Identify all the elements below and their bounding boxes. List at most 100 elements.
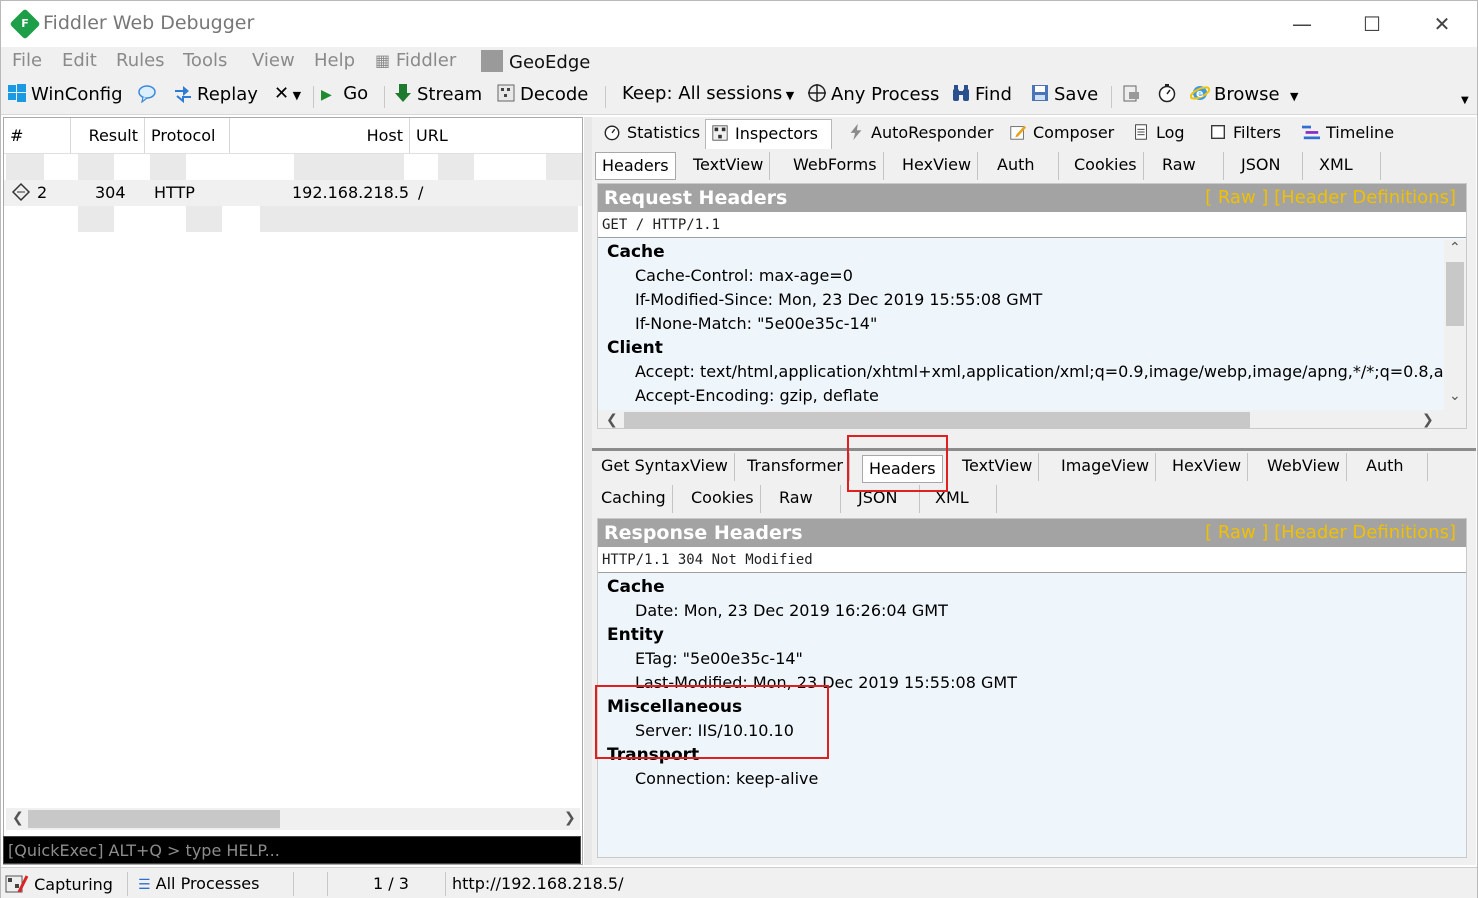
tab-log[interactable]: Log: [1127, 119, 1203, 149]
inspectors-grid-icon: [712, 125, 728, 141]
request-group-client[interactable]: Client: [607, 338, 663, 358]
response-header-item[interactable]: Date: Mon, 23 Dec 2019 16:26:04 GMT: [635, 601, 948, 620]
tab-statistics[interactable]: Statistics: [598, 119, 704, 149]
menu-tools[interactable]: Tools: [183, 50, 227, 71]
scroll-left-icon[interactable]: ❮: [606, 412, 618, 428]
tab-filters[interactable]: Filters: [1204, 119, 1286, 149]
column-header-url[interactable]: URL: [410, 118, 582, 153]
panel-splitter[interactable]: [584, 117, 592, 865]
menu-geoedge[interactable]: GeoEdge: [481, 50, 590, 73]
screenshot-button[interactable]: [1121, 83, 1145, 105]
tab-autoresponder[interactable]: AutoResponder: [842, 119, 993, 149]
request-horizontal-scrollbar[interactable]: ❮ ❯: [598, 410, 1466, 428]
clipboard-camera-icon: [1123, 85, 1139, 102]
scroll-left-icon[interactable]: ❮: [12, 810, 24, 826]
request-header-links[interactable]: [ Raw ] [Header Definitions]: [1205, 184, 1456, 212]
request-header-item[interactable]: Cache-Control: max-age=0: [635, 266, 853, 285]
response-tab-textview[interactable]: TextView: [956, 453, 1040, 481]
request-tab-raw[interactable]: Raw: [1156, 152, 1224, 180]
browse-button[interactable]: e Browse ▼: [1190, 83, 1299, 105]
column-header-protocol[interactable]: Protocol: [145, 118, 230, 153]
response-header-links[interactable]: [ Raw ] [Header Definitions]: [1205, 519, 1456, 547]
response-tab-hexview[interactable]: HexView: [1166, 453, 1249, 481]
scroll-right-icon[interactable]: ❯: [564, 810, 576, 826]
scrollbar-thumb[interactable]: [624, 412, 1250, 428]
session-row[interactable]: 2 304 HTTP 192.168.218.5 /: [4, 180, 582, 206]
capturing-toggle[interactable]: Capturing: [5, 874, 113, 894]
response-tab-imageview[interactable]: ImageView: [1055, 453, 1157, 481]
response-group-entity[interactable]: Entity: [607, 625, 664, 645]
timer-button[interactable]: [1157, 83, 1181, 105]
request-header-item[interactable]: If-Modified-Since: Mon, 23 Dec 2019 15:5…: [635, 290, 1042, 309]
column-header-result[interactable]: Result: [71, 118, 145, 153]
scroll-right-icon[interactable]: ❯: [1422, 412, 1434, 428]
tab-composer[interactable]: Composer: [1004, 119, 1116, 149]
scroll-down-icon[interactable]: ⌄: [1449, 388, 1461, 404]
response-tab-get-syntaxview[interactable]: Get SyntaxView: [595, 453, 735, 481]
status-separator: [327, 872, 328, 896]
blurred-session-row[interactable]: [4, 206, 582, 232]
response-header-item[interactable]: ETag: "5e00e35c-14": [635, 649, 803, 668]
request-tab-cookies[interactable]: Cookies: [1068, 152, 1144, 180]
request-tab-xml[interactable]: XML: [1313, 152, 1381, 180]
menu-file[interactable]: File: [12, 50, 42, 71]
keep-sessions-dropdown[interactable]: Keep: All sessions ▼: [622, 83, 794, 104]
column-header-number[interactable]: #: [4, 118, 71, 153]
sessions-horizontal-scrollbar[interactable]: ❮ ❯: [6, 808, 580, 830]
find-button[interactable]: Find: [951, 83, 1012, 105]
request-tab-textview[interactable]: TextView: [687, 152, 771, 180]
request-tab-headers[interactable]: Headers: [595, 152, 676, 180]
title-bar: F Fiddler Web Debugger — ☐ ✕: [1, 1, 1477, 47]
toolbar-separator: [313, 86, 314, 108]
response-tab-caching[interactable]: Caching: [595, 485, 673, 513]
replay-button[interactable]: Replay: [173, 83, 258, 105]
menu-help[interactable]: Help: [314, 50, 355, 71]
column-header-host[interactable]: Host: [230, 118, 410, 153]
scrollbar-thumb[interactable]: [28, 810, 280, 828]
stopwatch-icon: [604, 125, 620, 141]
request-tab-auth[interactable]: Auth: [991, 152, 1059, 180]
menu-edit[interactable]: Edit: [62, 50, 97, 71]
close-button[interactable]: ✕: [1419, 9, 1465, 39]
process-filter[interactable]: ☰ All Processes: [138, 874, 259, 893]
maximize-button[interactable]: ☐: [1349, 9, 1395, 39]
save-button[interactable]: Save: [1030, 83, 1098, 105]
response-header-item[interactable]: Connection: keep-alive: [635, 769, 818, 788]
decode-button[interactable]: Decode: [496, 83, 588, 105]
request-header-item[interactable]: Accept: text/html,application/xhtml+xml,…: [635, 362, 1466, 381]
remove-sessions-button[interactable]: ✕ ▼: [274, 83, 301, 104]
scroll-up-icon[interactable]: ⌃: [1449, 240, 1461, 256]
go-button[interactable]: ▶ Go: [321, 83, 368, 104]
tab-inspectors[interactable]: Inspectors: [705, 119, 832, 149]
request-header-item[interactable]: If-None-Match: "5e00e35c-14": [635, 314, 877, 333]
comment-button[interactable]: [137, 83, 161, 105]
request-response-splitter[interactable]: [592, 448, 1476, 451]
menu-fiddler[interactable]: ▦ Fiddler: [375, 50, 456, 71]
winconfig-button[interactable]: WinConfig: [7, 83, 123, 105]
response-tab-transformer[interactable]: Transformer: [741, 453, 851, 481]
geoedge-icon: [481, 50, 503, 72]
minimize-button[interactable]: —: [1279, 9, 1325, 39]
request-tab-webforms[interactable]: WebForms: [787, 152, 884, 180]
stream-button[interactable]: Stream: [393, 83, 482, 105]
response-group-cache[interactable]: Cache: [607, 577, 665, 597]
menu-view[interactable]: View: [252, 50, 295, 71]
request-tab-hexview[interactable]: HexView: [896, 152, 979, 180]
status-separator: [293, 872, 294, 896]
request-tab-json[interactable]: JSON: [1235, 152, 1303, 180]
scrollbar-thumb[interactable]: [1446, 262, 1464, 326]
response-tab-raw[interactable]: Raw: [773, 485, 841, 513]
response-tab-webview[interactable]: WebView: [1261, 453, 1347, 481]
blurred-session-row[interactable]: [4, 154, 582, 180]
response-tab-cookies[interactable]: Cookies: [685, 485, 761, 513]
sessions-panel: # Result Protocol Host URL 2 304 HTTP 19…: [3, 117, 583, 865]
response-tab-auth[interactable]: Auth: [1360, 453, 1428, 481]
request-header-item[interactable]: Accept-Encoding: gzip, deflate: [635, 386, 879, 405]
any-process-button[interactable]: Any Process: [807, 83, 939, 105]
toolbar-overflow-icon[interactable]: ▼: [1461, 95, 1469, 106]
request-vertical-scrollbar[interactable]: ⌃ ⌄: [1444, 240, 1466, 412]
quickexec-input[interactable]: [QuickExec] ALT+Q > type HELP...: [3, 836, 581, 864]
menu-rules[interactable]: Rules: [116, 50, 165, 71]
tab-timeline[interactable]: Timeline: [1297, 119, 1397, 149]
request-group-cache[interactable]: Cache: [607, 242, 665, 262]
